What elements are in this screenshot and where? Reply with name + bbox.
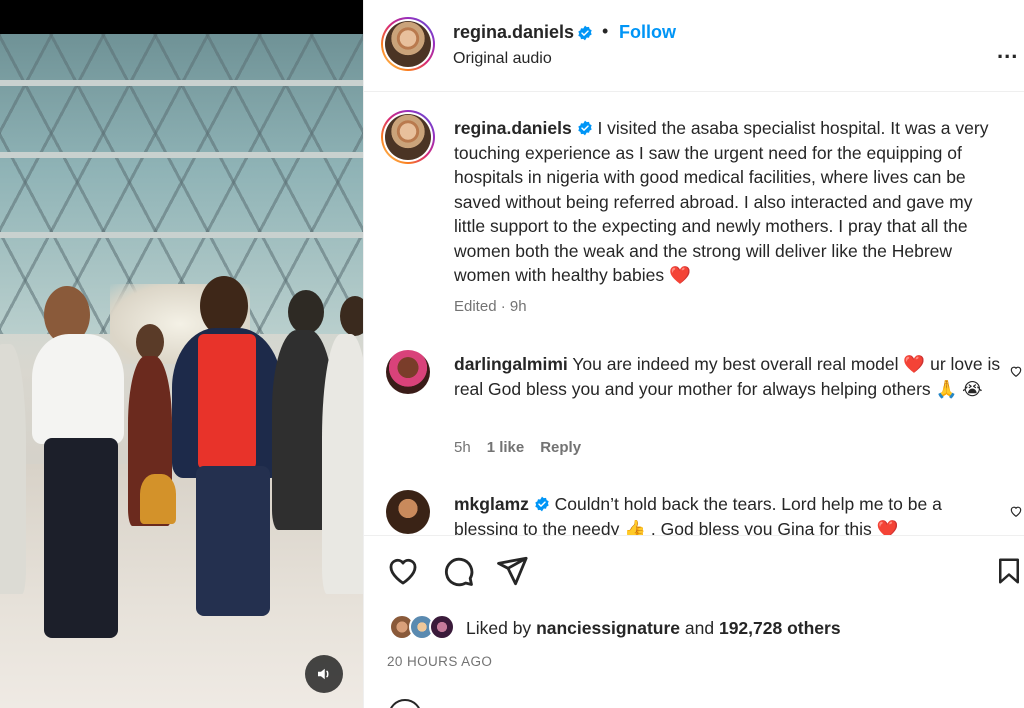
- person-white-blouse: [32, 334, 124, 444]
- send-icon[interactable]: [495, 554, 529, 588]
- person-red-top: [198, 334, 256, 469]
- author-avatar[interactable]: [381, 17, 435, 71]
- bookmark-icon[interactable]: [994, 554, 1024, 588]
- comment: darlingalmimi You are indeed my best ove…: [454, 352, 1004, 401]
- caption-text: I visited the asaba specialist hospital.…: [454, 118, 989, 285]
- verified-badge-icon: [577, 120, 592, 136]
- verified-badge-icon: [578, 25, 592, 41]
- comment-like-count[interactable]: 1 like: [487, 439, 525, 456]
- audio-label[interactable]: Original audio: [453, 50, 552, 68]
- verified-badge-icon: [535, 496, 549, 512]
- comments-list[interactable]: regina.daniels I visited the asaba speci…: [364, 92, 1024, 535]
- comment-like-heart-icon[interactable]: [1009, 364, 1023, 378]
- comment-text: You are indeed my best overall real mode…: [572, 354, 899, 374]
- video-top-bar: [0, 0, 363, 34]
- caption: regina.daniels I visited the asaba speci…: [454, 116, 1004, 288]
- comment-username[interactable]: mkglamz: [454, 494, 529, 514]
- video-frame: [0, 34, 363, 708]
- header-separator: •: [602, 21, 609, 41]
- comment-like-heart-icon[interactable]: [1009, 504, 1023, 518]
- likes-count[interactable]: 192,728 others: [719, 618, 841, 638]
- likes-middle: and: [684, 618, 715, 638]
- more-options-button[interactable]: ...: [997, 38, 1018, 64]
- person-dark-trousers: [44, 438, 118, 638]
- follow-button[interactable]: Follow: [619, 22, 676, 43]
- comment-avatar[interactable]: [386, 350, 430, 394]
- post-timestamp[interactable]: 20 HOURS AGO: [387, 654, 492, 669]
- comment-icon[interactable]: [441, 554, 475, 588]
- caption-avatar[interactable]: [381, 110, 435, 164]
- post-panel: regina.daniels • Follow Original audio .…: [363, 0, 1024, 708]
- liked-by-user[interactable]: nanciessignature: [536, 618, 680, 638]
- likers-avatars[interactable]: [389, 614, 461, 642]
- author-username[interactable]: regina.daniels: [453, 22, 574, 43]
- mute-toggle-button[interactable]: [305, 655, 343, 693]
- likes-summary: Liked by nanciessignature and 192,728 ot…: [466, 618, 841, 639]
- post-actions: Liked by nanciessignature and 192,728 ot…: [364, 535, 1024, 708]
- comment-heart-emoji: ❤️: [903, 354, 926, 374]
- person-left-edge: [0, 344, 26, 594]
- comment-emoji: 🙏 😭: [935, 378, 983, 399]
- caption-heart-emoji: ❤️: [669, 265, 691, 285]
- speaker-icon: [318, 668, 329, 680]
- comment-username[interactable]: darlingalmimi: [454, 354, 568, 374]
- comment: mkglamz Couldn’t hold back the tears. Lo…: [454, 492, 1004, 535]
- comment-avatar[interactable]: [386, 490, 430, 534]
- comment-time: 5h: [454, 439, 471, 456]
- person-right-edge: [322, 334, 363, 594]
- caption-meta: Edited · 9h: [454, 298, 527, 315]
- likes-prefix: Liked by: [466, 618, 532, 638]
- emoji-icon[interactable]: [388, 699, 422, 708]
- comment-meta: 5h 1 like Reply: [454, 439, 581, 456]
- caption-username[interactable]: regina.daniels: [454, 118, 572, 138]
- comment-reply-button[interactable]: Reply: [540, 439, 581, 456]
- post-video[interactable]: [0, 0, 363, 708]
- heart-icon[interactable]: [386, 554, 420, 588]
- post-header: regina.daniels • Follow Original audio .…: [364, 0, 1024, 92]
